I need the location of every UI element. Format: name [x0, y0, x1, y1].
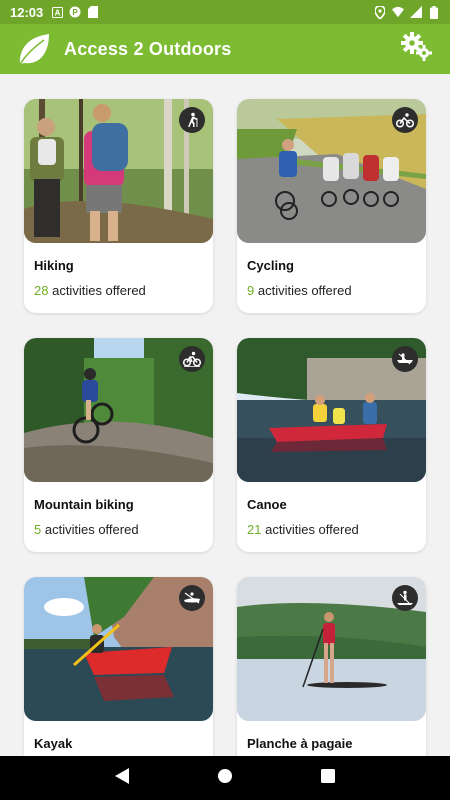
sd-card-icon	[87, 6, 99, 18]
activity-count-suffix: activities offered	[44, 522, 139, 537]
mountain-biking-icon	[179, 346, 205, 372]
activity-card-kayak[interactable]: Kayak	[24, 577, 213, 756]
hiking-icon	[179, 107, 205, 133]
activity-count-suffix: activities offered	[52, 283, 146, 298]
cycling-icon	[392, 107, 418, 133]
activity-list: Hiking 28 activities offered Cycling 9 a…	[0, 74, 450, 756]
activity-name: Cycling	[247, 258, 294, 273]
svg-text:P: P	[73, 8, 79, 17]
activity-card-cycling[interactable]: Cycling 9 activities offered	[237, 99, 426, 313]
app-bar: Access 2 Outdoors	[0, 24, 450, 74]
p-icon: P	[69, 6, 81, 18]
system-navigation-bar	[0, 756, 450, 800]
paddleboard-icon	[392, 585, 418, 611]
activity-count-number: 9	[247, 283, 255, 298]
home-icon	[217, 768, 233, 789]
home-button[interactable]	[213, 766, 237, 790]
mountain-biking-photo	[24, 338, 213, 482]
activity-card-hiking[interactable]: Hiking 28 activities offered	[24, 99, 213, 313]
kayak-photo	[24, 577, 213, 721]
activity-count-number: 5	[34, 522, 42, 537]
activity-card-canoe[interactable]: Canoe 21 activities offered	[237, 338, 426, 552]
app-title: Access 2 Outdoors	[64, 38, 232, 59]
gear-icon	[401, 31, 433, 67]
activity-count-suffix: activities offered	[257, 283, 352, 298]
activity-name: Planche à pagaie	[247, 736, 353, 751]
activity-count: 21 activities offered	[247, 522, 359, 537]
activity-count: 28 activities offered	[34, 283, 146, 298]
leaf-logo-icon	[16, 31, 52, 67]
activity-card-mountain-biking[interactable]: Mountain biking 5 activities offered	[24, 338, 213, 552]
settings-button[interactable]	[400, 31, 434, 67]
wifi-icon	[392, 6, 404, 18]
activity-name: Kayak	[34, 736, 73, 751]
status-time: 12:03	[10, 4, 44, 20]
kayak-icon	[179, 585, 205, 611]
activity-count-number: 21	[247, 522, 262, 537]
activity-count-number: 28	[34, 283, 49, 298]
hiking-photo	[24, 99, 213, 243]
back-icon	[114, 767, 130, 790]
recents-icon	[321, 768, 336, 788]
recents-button[interactable]	[316, 766, 340, 790]
location-icon	[374, 5, 386, 19]
activity-count: 5 activities offered	[34, 522, 139, 537]
activity-count-suffix: activities offered	[265, 522, 359, 537]
activity-card-paddleboard[interactable]: Planche à pagaie	[237, 577, 426, 756]
canoe-photo	[237, 338, 426, 482]
activity-count: 9 activities offered	[247, 283, 352, 298]
a-icon: A	[51, 6, 63, 18]
status-bar: 12:03 A P	[0, 0, 450, 24]
paddleboard-photo	[237, 577, 426, 721]
activity-name: Canoe	[247, 497, 287, 512]
activity-name: Hiking	[34, 258, 74, 273]
signal-icon	[410, 6, 422, 18]
cycling-photo	[237, 99, 426, 243]
battery-icon	[428, 5, 440, 19]
canoe-icon	[392, 346, 418, 372]
back-button[interactable]	[110, 766, 134, 790]
svg-text:A: A	[54, 8, 60, 17]
activity-name: Mountain biking	[34, 497, 134, 512]
